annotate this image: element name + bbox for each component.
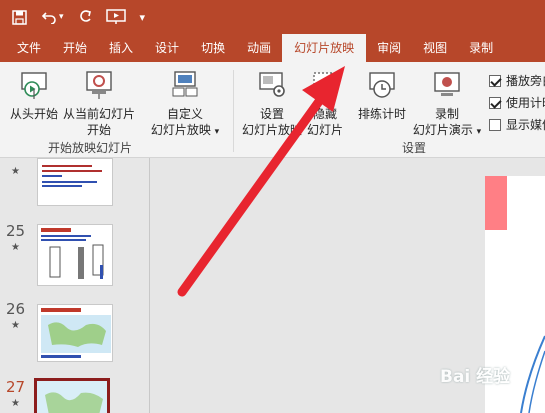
ribbon-group-divider (233, 70, 234, 152)
title-bar: ▾ ▾ (0, 0, 545, 34)
use-timings-label: 使用计时 (506, 96, 545, 110)
save-icon[interactable] (12, 9, 27, 25)
slide-number: 25 (6, 222, 26, 240)
tab-slide-show[interactable]: 幻灯片放映 (282, 34, 367, 62)
hide-slide-label-1: 隐藏 (312, 107, 337, 121)
animation-star-icon: ★ (11, 320, 20, 331)
slide-thumbnail-selected[interactable] (34, 378, 110, 413)
tab-insert[interactable]: 插入 (98, 34, 144, 62)
from-current-slide-button[interactable]: 从当前幻灯片 开始 (62, 70, 136, 138)
group-start-slide-show-label: 开始放映幻灯片 (48, 141, 133, 155)
record-slide-show-button[interactable]: 录制 幻灯片演示 ▾ (410, 70, 484, 140)
tab-home[interactable]: 开始 (52, 34, 98, 62)
slide-thumbnail[interactable] (37, 304, 113, 362)
redo-icon[interactable] (78, 10, 92, 24)
rehearse-timings-label: 排练计时 (357, 107, 406, 121)
from-beginning-icon (6, 70, 62, 104)
play-narrations-checkbox[interactable]: 播放旁白 (489, 72, 545, 89)
undo-icon[interactable]: ▾ (41, 10, 64, 24)
tab-view[interactable]: 视图 (412, 34, 458, 62)
setup-slide-show-label-2: 幻灯片放映 (241, 123, 302, 137)
record-slide-show-label-1: 录制 (434, 107, 459, 121)
show-media-controls-check[interactable] (489, 118, 501, 131)
from-current-slide-label-1: 从当前幻灯片 (62, 107, 135, 121)
use-timings-check[interactable] (489, 96, 501, 109)
tab-animations[interactable]: 动画 (236, 34, 282, 62)
slide-thumbnail[interactable] (37, 158, 113, 206)
slide-thumbnail[interactable] (37, 224, 113, 286)
tab-record[interactable]: 录制 (458, 34, 504, 62)
record-slide-show-label-2: 幻灯片演示 ▾ (412, 123, 482, 137)
from-current-slide-label-2: 开始 (86, 123, 111, 137)
slide-thumbnail-panel[interactable]: ★ 25 ★ 26 ★ 27 ★ (0, 158, 150, 413)
custom-slide-show-icon (146, 70, 224, 104)
ribbon: 从头开始 从当前幻灯片 开始 自定义 幻灯片放映 ▾ 开始放映幻灯片 设置 幻灯… (0, 62, 545, 158)
animation-star-icon: ★ (11, 242, 20, 253)
setup-slide-show-button[interactable]: 设置 幻灯片放映 (240, 70, 304, 138)
custom-slide-show-label-1: 自定义 (166, 107, 203, 121)
show-media-controls-label: 显示媒体 (506, 118, 545, 132)
undo-dropdown-icon[interactable]: ▾ (59, 12, 64, 22)
setup-slide-show-icon (240, 70, 304, 104)
tab-transitions[interactable]: 切换 (190, 34, 236, 62)
hide-slide-button[interactable]: 隐藏 幻灯片 (304, 70, 346, 138)
watermark-logo: Bai 经验 (440, 367, 511, 387)
customize-toolbar-icon[interactable]: ▾ (140, 11, 146, 24)
hide-slide-icon (304, 70, 346, 104)
use-timings-checkbox[interactable]: 使用计时 (489, 94, 545, 111)
slide-number: 26 (6, 300, 26, 318)
tab-design[interactable]: 设计 (144, 34, 190, 62)
group-setup-label: 设置 (402, 141, 427, 155)
slide-number: 27 (6, 378, 26, 396)
from-beginning-label: 从头开始 (9, 107, 58, 121)
rehearse-timings-icon (354, 70, 410, 104)
show-media-controls-checkbox[interactable]: 显示媒体 (489, 116, 545, 133)
hide-slide-label-2: 幻灯片 (306, 123, 343, 137)
powerpoint-window: ▾ ▾ 文件 开始 插入 设计 切换 动画 幻灯片放映 审阅 视图 录制 从头开… (0, 0, 545, 413)
custom-slide-show-label-2: 幻灯片放映 ▾ (150, 123, 220, 137)
ribbon-tabs: 文件 开始 插入 设计 切换 动画 幻灯片放映 审阅 视图 录制 (0, 34, 545, 62)
rehearse-timings-button[interactable]: 排练计时 (354, 70, 410, 122)
from-current-slide-icon (62, 70, 136, 104)
custom-slide-show-button[interactable]: 自定义 幻灯片放映 ▾ (146, 70, 224, 140)
setup-slide-show-label-1: 设置 (259, 107, 284, 121)
tab-review[interactable]: 审阅 (366, 34, 412, 62)
play-narrations-label: 播放旁白 (506, 74, 545, 88)
record-slide-show-icon (410, 70, 484, 104)
play-narrations-check[interactable] (489, 74, 501, 87)
tab-file[interactable]: 文件 (6, 34, 52, 62)
animation-star-icon: ★ (11, 398, 20, 409)
present-icon[interactable] (105, 9, 126, 25)
from-beginning-button[interactable]: 从头开始 (6, 70, 62, 122)
animation-star-icon: ★ (11, 166, 20, 177)
